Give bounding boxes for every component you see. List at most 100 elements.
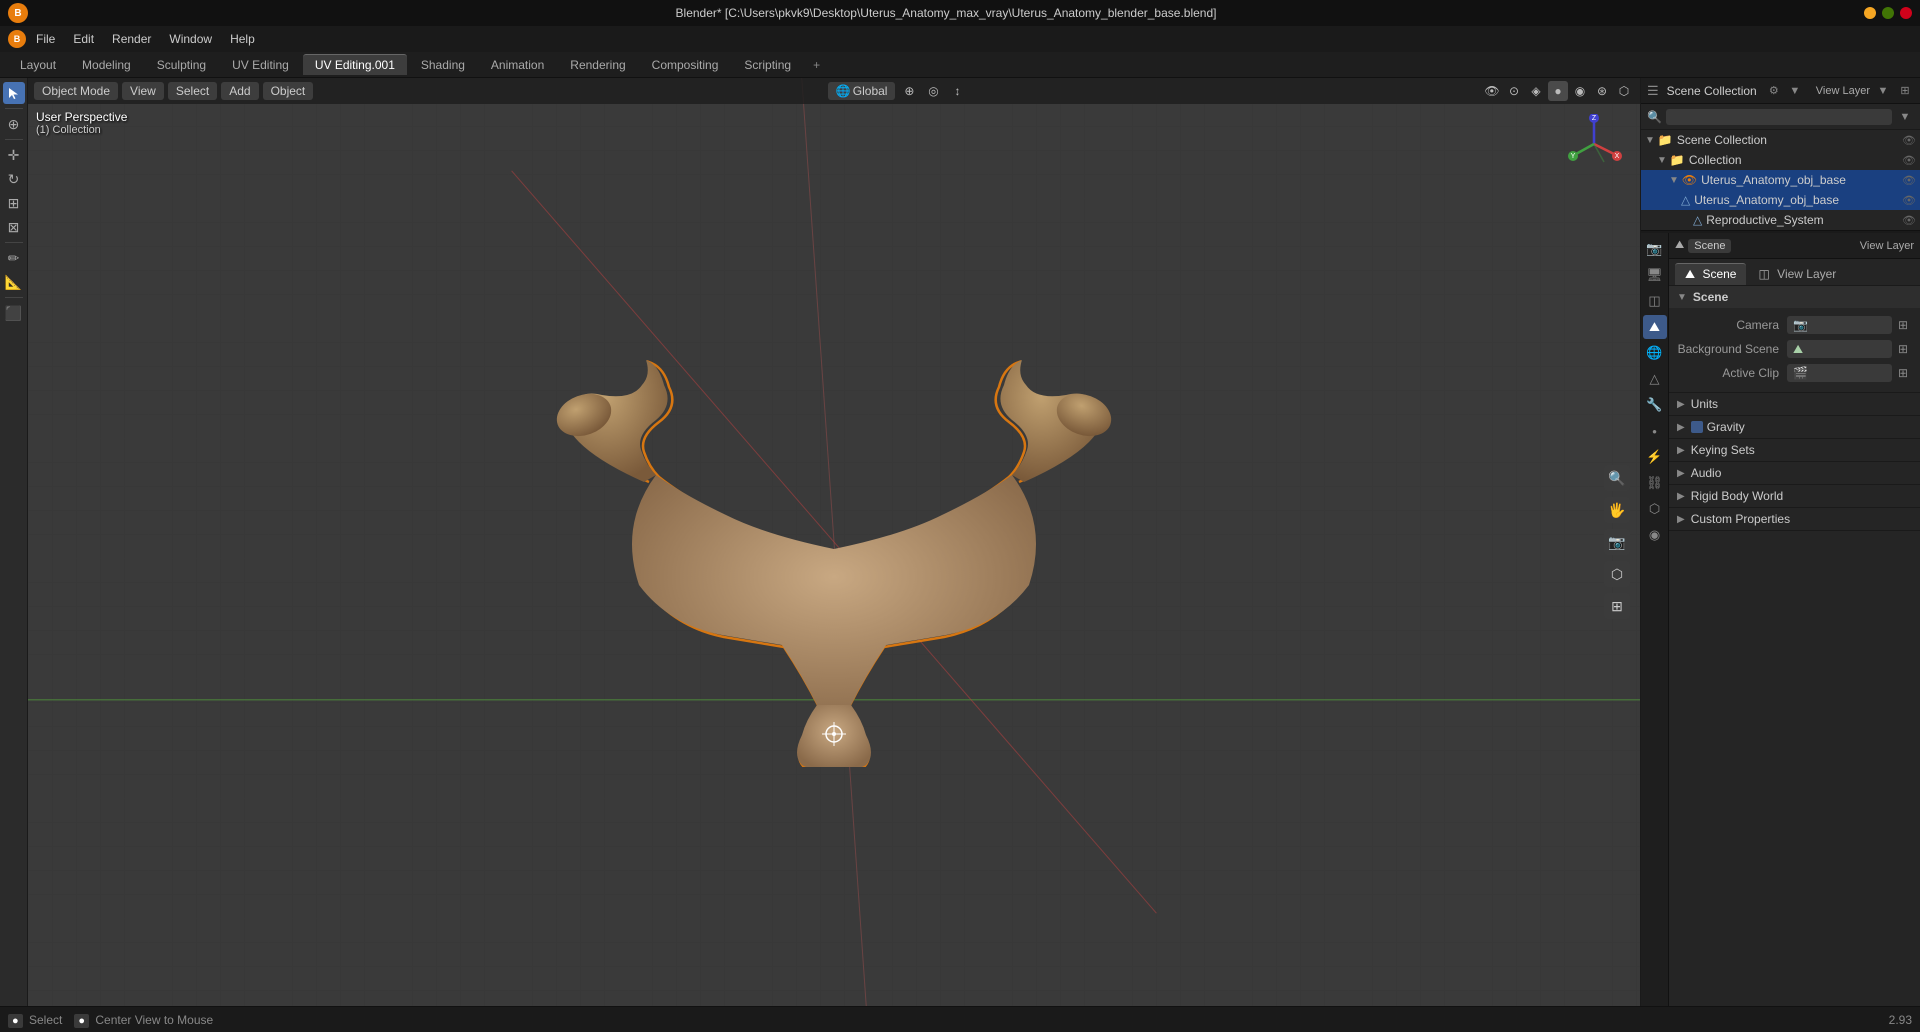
props-tab-modifier[interactable]: 🔧 bbox=[1643, 393, 1667, 417]
props-tab-object[interactable]: △ bbox=[1643, 367, 1667, 391]
transform-options[interactable]: ↕ bbox=[947, 81, 967, 101]
shading-solid[interactable]: ● bbox=[1548, 81, 1568, 101]
tab-uv-editing[interactable]: UV Editing bbox=[220, 55, 301, 75]
snap-toggle[interactable]: ⊕ bbox=[899, 81, 919, 101]
filter-options[interactable]: ▼ bbox=[1896, 108, 1914, 126]
outliner-item-collection[interactable]: ▼ 📁 Collection 👁 bbox=[1641, 150, 1920, 170]
viewport-nav-button[interactable]: 🖐 bbox=[1604, 497, 1630, 523]
viewport-mode-dropdown[interactable]: Object Mode bbox=[34, 82, 118, 100]
viewport-overlay-toggle[interactable]: ⊙ bbox=[1504, 81, 1524, 101]
visibility-icon-0[interactable]: 👁 bbox=[1902, 134, 1916, 147]
visibility-icon-2[interactable]: 👁 bbox=[1902, 174, 1916, 187]
active-clip-browse-btn[interactable]: ⊞ bbox=[1894, 364, 1912, 382]
props-tab-output[interactable]: 🖥 bbox=[1643, 263, 1667, 287]
tab-scripting[interactable]: Scripting bbox=[732, 55, 803, 75]
tab-modeling[interactable]: Modeling bbox=[70, 55, 143, 75]
viewport-add-menu[interactable]: Add bbox=[221, 82, 258, 100]
tool-cursor[interactable]: ⊕ bbox=[3, 113, 25, 135]
viewport-camera[interactable]: 📷 bbox=[1604, 529, 1630, 555]
menu-window[interactable]: Window bbox=[161, 30, 220, 48]
camera-browse-btn[interactable]: ⊞ bbox=[1894, 316, 1912, 334]
visibility-icon-3[interactable]: 👁 bbox=[1902, 194, 1916, 207]
minimize-button[interactable] bbox=[1864, 7, 1876, 19]
visibility-icon-1[interactable]: 👁 bbox=[1902, 154, 1916, 167]
tab-shading[interactable]: Shading bbox=[409, 55, 477, 75]
props-tab-data[interactable]: ⬡ bbox=[1643, 497, 1667, 521]
props-tab-scene[interactable]: ⛰ bbox=[1643, 315, 1667, 339]
viewlayer-options[interactable]: ▼ bbox=[1874, 82, 1892, 100]
props-tab-physics[interactable]: ⚡ bbox=[1643, 445, 1667, 469]
menu-render[interactable]: Render bbox=[104, 30, 159, 48]
active-clip-field[interactable]: 🎬 bbox=[1787, 364, 1892, 382]
outliner-filter-button[interactable]: ⚙ bbox=[1765, 82, 1783, 100]
menu-file[interactable]: File bbox=[28, 30, 63, 48]
viewport-zoom-in[interactable]: 🔍 bbox=[1604, 465, 1630, 491]
props-tab-world[interactable]: 🌐 bbox=[1643, 341, 1667, 365]
bg-scene-field[interactable]: ⛰ bbox=[1787, 340, 1892, 358]
shading-wireframe[interactable]: ⬡ bbox=[1614, 81, 1634, 101]
outliner-item-scene-collection[interactable]: ▼ 📁 Scene Collection 👁 bbox=[1641, 130, 1920, 150]
tab-compositing[interactable]: Compositing bbox=[640, 55, 731, 75]
viewport-view-menu[interactable]: View bbox=[122, 82, 164, 100]
tool-transform[interactable]: ⊠ bbox=[3, 216, 25, 238]
outliner-tree[interactable]: ▼ 📁 Scene Collection 👁 ▼ 📁 Collection 👁 … bbox=[1641, 130, 1920, 231]
custom-props-header[interactable]: ▶ Custom Properties bbox=[1669, 508, 1920, 530]
props-tab-render[interactable]: 📷 bbox=[1643, 237, 1667, 261]
tab-animation[interactable]: Animation bbox=[479, 55, 556, 75]
shading-rendered[interactable]: ⊛ bbox=[1592, 81, 1612, 101]
bg-scene-browse-btn[interactable]: ⊞ bbox=[1894, 340, 1912, 358]
visibility-icon-4[interactable]: 👁 bbox=[1902, 214, 1916, 227]
viewport-frame-all[interactable]: ⬡ bbox=[1604, 561, 1630, 587]
props-tab-constraints[interactable]: ⛓ bbox=[1643, 471, 1667, 495]
tool-annotate[interactable]: ✏ bbox=[3, 247, 25, 269]
viewport-3d[interactable]: Object Mode View Select Add Object 🌐 Glo… bbox=[28, 78, 1640, 1006]
tab-uv-editing-001[interactable]: UV Editing.001 bbox=[303, 54, 407, 75]
menu-edit[interactable]: Edit bbox=[65, 30, 102, 48]
audio-section-header[interactable]: ▶ Audio bbox=[1669, 462, 1920, 484]
scene-dropdown[interactable]: Scene bbox=[1688, 239, 1731, 253]
outliner-item-uterus-mesh[interactable]: △ Uterus_Anatomy_obj_base 👁 bbox=[1641, 190, 1920, 210]
transform-pivot-dropdown[interactable]: 🌐 Global bbox=[828, 82, 896, 100]
shading-material[interactable]: ◉ bbox=[1570, 81, 1590, 101]
outliner-item-reproductive-system[interactable]: △ Reproductive_System 👁 bbox=[1641, 210, 1920, 230]
camera-field[interactable]: 📷 bbox=[1787, 316, 1892, 334]
viewport-select-menu[interactable]: Select bbox=[168, 82, 217, 100]
tool-move[interactable]: ✛ bbox=[3, 144, 25, 166]
menu-help[interactable]: Help bbox=[222, 30, 263, 48]
viewport-axis-gizmo[interactable]: Z X Y bbox=[1564, 114, 1624, 174]
tool-select[interactable] bbox=[3, 82, 25, 104]
props-tab-material[interactable]: ◉ bbox=[1643, 523, 1667, 547]
tab-rendering[interactable]: Rendering bbox=[558, 55, 637, 75]
gravity-section-header[interactable]: ▶ Gravity bbox=[1669, 416, 1920, 438]
tool-scale[interactable]: ⊞ bbox=[3, 192, 25, 214]
props-tab-viewlayer[interactable]: ◫ bbox=[1643, 289, 1667, 313]
props-tab-particles[interactable]: • bbox=[1643, 419, 1667, 443]
close-button[interactable] bbox=[1900, 7, 1912, 19]
tab-sculpting[interactable]: Sculpting bbox=[145, 55, 218, 75]
outliner-search-input[interactable] bbox=[1666, 109, 1892, 125]
viewlayer-tab[interactable]: ◫ View Layer bbox=[1748, 264, 1846, 284]
proportional-edit[interactable]: ◎ bbox=[923, 81, 943, 101]
keying-sets-header[interactable]: ▶ Keying Sets bbox=[1669, 439, 1920, 461]
xray-toggle[interactable]: ◈ bbox=[1526, 81, 1546, 101]
viewport-toggle-grid[interactable]: ⊞ bbox=[1604, 593, 1630, 619]
viewlayer-add-remove[interactable]: ⊞ bbox=[1896, 82, 1914, 100]
viewport-object-menu[interactable]: Object bbox=[263, 82, 314, 100]
scene-section-header[interactable]: ▼ Scene bbox=[1669, 286, 1920, 308]
tool-add-cube[interactable]: ⬛ bbox=[3, 302, 25, 324]
scene-section-label: Scene bbox=[1693, 290, 1728, 304]
outliner-item-uterus-obj-base[interactable]: ▼ 👁 Uterus_Anatomy_obj_base 👁 bbox=[1641, 170, 1920, 190]
units-section-header[interactable]: ▶ Units bbox=[1669, 393, 1920, 415]
add-workspace-button[interactable]: + bbox=[805, 55, 828, 75]
scene-tab[interactable]: ⛰ Scene bbox=[1675, 263, 1746, 285]
rigid-body-section-header[interactable]: ▶ Rigid Body World bbox=[1669, 485, 1920, 507]
outliner-options-button[interactable]: ▼ bbox=[1786, 82, 1804, 100]
tool-rotate[interactable]: ↻ bbox=[3, 168, 25, 190]
tab-layout[interactable]: Layout bbox=[8, 55, 68, 75]
maximize-button[interactable] bbox=[1882, 7, 1894, 19]
custom-properties-section: ▶ Custom Properties bbox=[1669, 508, 1920, 531]
tool-measure[interactable]: 📐 bbox=[3, 271, 25, 293]
collection-label: Collection bbox=[1689, 153, 1742, 167]
viewport-gizmo-toggle[interactable]: 👁 bbox=[1482, 81, 1502, 101]
gravity-checkbox[interactable] bbox=[1691, 421, 1703, 433]
